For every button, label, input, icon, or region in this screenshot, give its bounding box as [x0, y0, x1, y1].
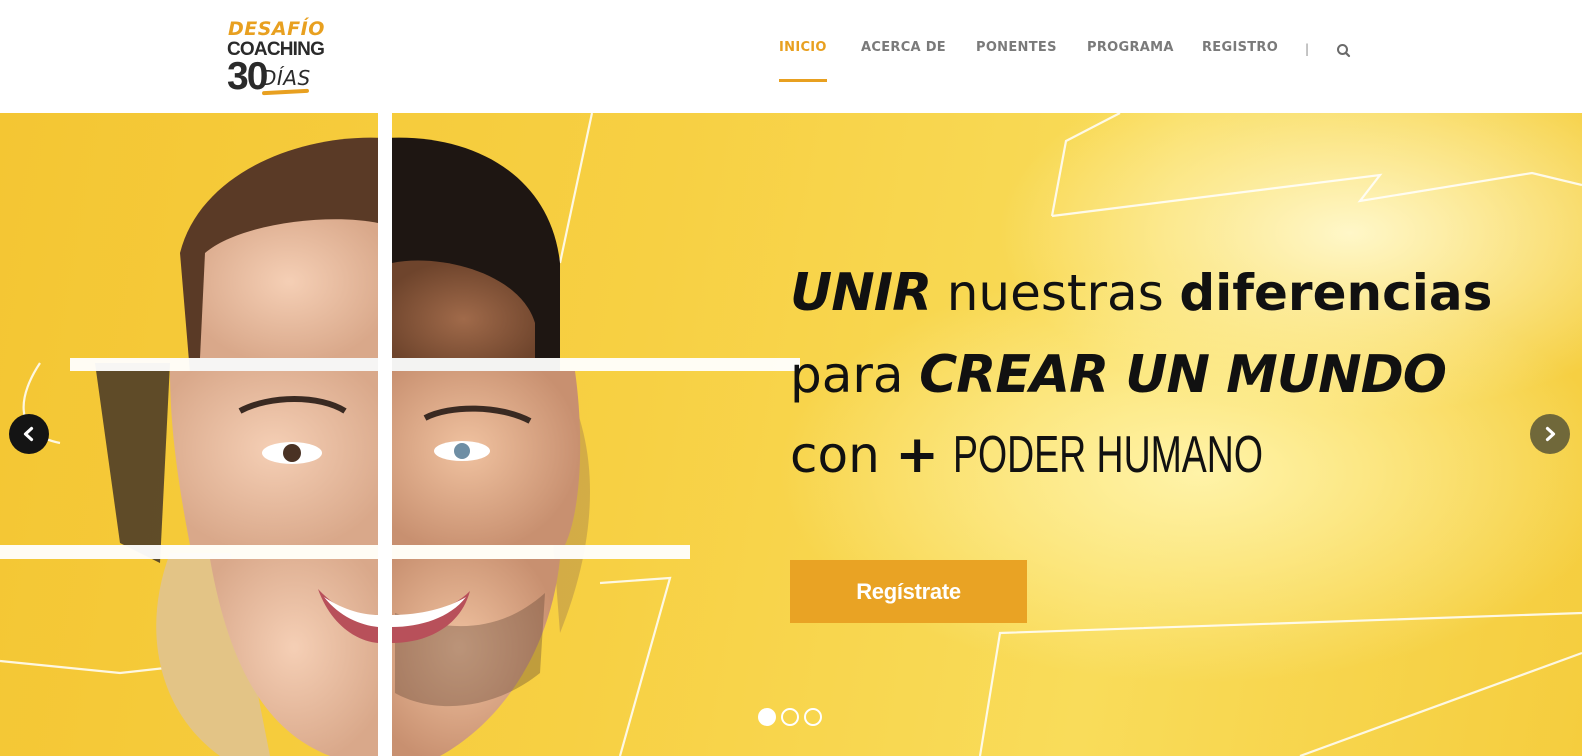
headline-word-nuestras: nuestras	[946, 264, 1164, 322]
site-header: DESAFÍO COACHING 30 DÍAS INICIO ACERCA D…	[0, 0, 1582, 113]
logo-line1: DESAFÍO	[228, 18, 325, 40]
nav-active-indicator	[779, 79, 827, 82]
logo[interactable]: DESAFÍO COACHING 30 DÍAS	[227, 18, 325, 100]
logo-word: DÍAS	[261, 66, 311, 90]
nav-item-ponentes[interactable]: PONENTES	[976, 40, 1057, 60]
headline-line-3: con + PODER HUMANO	[790, 421, 1384, 485]
slider-dot-2[interactable]	[781, 708, 799, 726]
headline-word-con: con	[790, 426, 880, 484]
slider-dot-3[interactable]	[804, 708, 822, 726]
slider-dot-1[interactable]	[758, 708, 776, 726]
headline-line-2: para CREAR UN MUNDO	[790, 341, 1447, 405]
headline-line-1: UNIR nuestras diferencias	[790, 259, 1492, 323]
nav-item-inicio[interactable]: INICIO	[779, 40, 827, 60]
hero-slider: UNIR nuestras diferencias para CREAR UN …	[0, 113, 1582, 756]
nav-item-registro[interactable]: REGISTRO	[1202, 40, 1278, 60]
slider-prev-button[interactable]	[9, 414, 49, 454]
headline-word-diferencias: diferencias	[1179, 264, 1493, 322]
split-face-image	[0, 113, 800, 756]
search-icon[interactable]	[1335, 42, 1353, 60]
nav-separator: |	[1305, 42, 1310, 56]
slider-next-button[interactable]	[1530, 414, 1570, 454]
register-button[interactable]: Regístrate	[790, 560, 1027, 623]
nav-item-acerca-de[interactable]: ACERCA DE	[861, 40, 946, 60]
nav-item-programa[interactable]: PROGRAMA	[1087, 40, 1174, 60]
headline-word-para: para	[790, 346, 904, 404]
chevron-right-icon	[1545, 426, 1556, 442]
headline-word-unir: UNIR	[790, 263, 932, 323]
chevron-left-icon	[23, 426, 34, 442]
headline-plus: +	[895, 425, 939, 485]
headline-word-poder-humano: PODER HUMANO	[953, 426, 1264, 484]
slider-pagination	[758, 708, 824, 726]
headline-word-crear-un-mundo: CREAR UN MUNDO	[919, 345, 1447, 405]
